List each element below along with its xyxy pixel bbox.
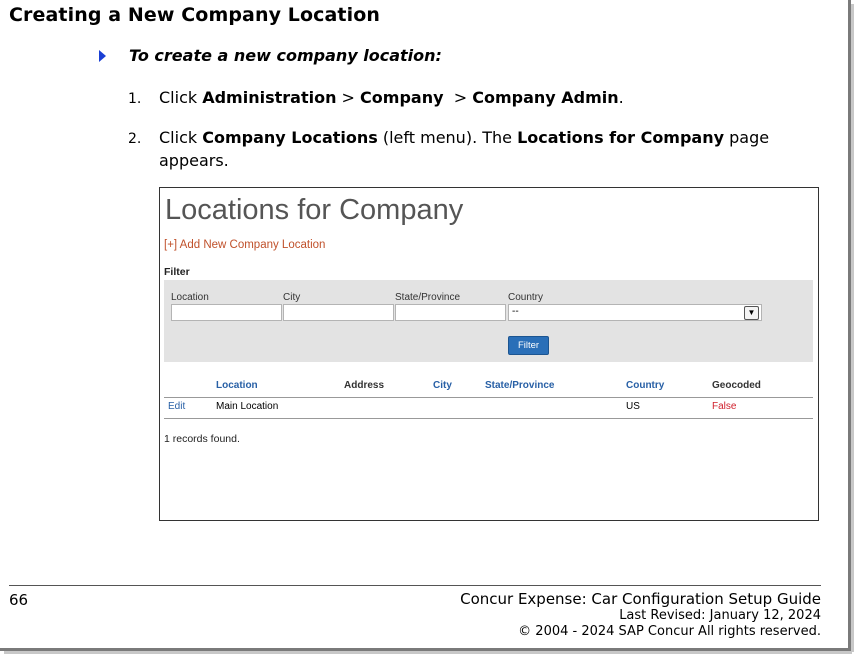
step-bold-company: Company [360,88,444,107]
state-filter-label: State/Province [395,292,461,303]
country-select-value: -- [512,306,519,317]
column-header-city[interactable]: City [433,380,452,391]
column-header-state[interactable]: State/Province [485,380,554,391]
filter-section-label: Filter [164,266,190,278]
last-revised: Last Revised: January 12, 2024 [619,608,821,623]
city-filter-label: City [283,292,301,303]
edit-link[interactable]: Edit [168,401,185,412]
footer-divider [9,585,821,586]
column-header-address: Address [344,380,385,391]
city-input[interactable] [283,304,394,321]
table-header-row: Location Address City State/Province Cou… [164,377,813,398]
step-number: 2. [128,131,142,147]
cell-location: Main Location [216,401,279,412]
step-bold-locations-for-company: Locations for Company [517,128,725,147]
country-filter: Country -- ▼ [508,292,762,321]
guide-title: Concur Expense: Car Configuration Setup … [460,590,821,608]
step-text: (left menu). The [377,128,518,147]
step-bold-company-admin: Company Admin [472,88,619,107]
step-bold-company-locations: Company Locations [202,128,378,147]
step-text: > [443,88,473,107]
locations-table: Location Address City State/Province Cou… [164,377,813,419]
records-found-text: 1 records found. [164,433,240,445]
procedure-heading-text: To create a new company location: [129,46,442,65]
column-header-country[interactable]: Country [626,380,664,391]
copyright: © 2004 - 2024 SAP Concur All rights rese… [518,624,821,639]
column-header-geocoded: Geocoded [712,380,761,391]
step-bold-administration: Administration [202,88,337,107]
add-new-location-link[interactable]: [+] Add New Company Location [164,239,325,251]
filter-button[interactable]: Filter [508,336,549,355]
country-select[interactable]: -- ▼ [508,304,762,321]
cell-geocoded: False [712,401,737,412]
state-input[interactable] [395,304,506,321]
page-number: 66 [9,591,29,609]
step-text: > [336,88,361,107]
location-filter: Location [171,292,282,321]
footer-info: Concur Expense: Car Configuration Setup … [460,590,821,640]
step-text: Click [159,128,203,147]
step-text: . [618,88,624,107]
embedded-screenshot: Locations for Company [+] Add New Compan… [159,187,819,521]
column-header-location[interactable]: Location [216,380,258,391]
location-input[interactable] [171,304,282,321]
step-continuation: appears. [159,151,229,170]
section-title: Creating a New Company Location [9,4,381,26]
locations-page-title: Locations for Company [165,194,464,226]
city-filter: City [283,292,394,321]
step-text: page [724,128,770,147]
step-number: 1. [128,91,142,107]
filter-panel: Location City State/Province Country -- … [164,280,813,362]
step-2: 2. Click Company Locations (left menu). T… [128,127,808,171]
location-filter-label: Location [171,292,209,303]
cell-country: US [626,401,640,412]
table-row: Edit Main Location US False [164,398,813,419]
state-filter: State/Province [395,292,506,321]
procedure-heading: To create a new company location: [99,46,442,65]
step-text: Click [159,88,203,107]
country-filter-label: Country [508,292,544,303]
step-1: 1. Click Administration > Company > Compa… [128,87,808,110]
chevron-down-icon[interactable]: ▼ [744,306,759,320]
procedure-arrow-icon [99,49,106,62]
